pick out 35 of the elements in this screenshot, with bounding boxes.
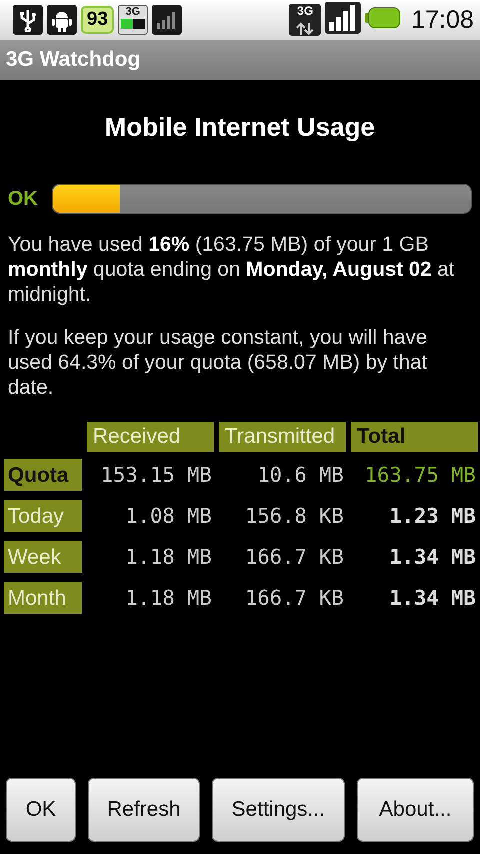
usage-text: If you keep your usage constant, you will have used 64.3% of your quota (658.07 MB) by that date. (8, 325, 428, 400)
usb-icon (13, 5, 43, 35)
clock: 17:08 (411, 6, 474, 34)
column-header: Total (351, 422, 478, 452)
table-cell-text: 156.8 KB (244, 503, 345, 530)
column-header: Transmitted (219, 422, 346, 452)
row-header: Week (4, 541, 82, 573)
dialog-button[interactable]: Refresh (88, 778, 200, 842)
table-cell-text: 166.7 KB (244, 585, 345, 612)
table-cell-text: 166.7 KB (244, 544, 345, 571)
heading: Mobile Internet Usage (104, 111, 376, 144)
table-cell-text: 1.18 MB (124, 544, 213, 571)
window-title: 3G Watchdog (6, 48, 141, 72)
row-header: Quota (4, 459, 82, 491)
table-cell-text: 153.15 MB (100, 462, 213, 489)
column-header: Received (87, 422, 214, 452)
dialog-button[interactable]: About... (357, 778, 474, 842)
network-toggle-icon: 3G (118, 5, 148, 35)
data-network-icon: 3G (289, 4, 322, 36)
table-cell-text: 10.6 MB (256, 462, 345, 489)
table-cell-text: 1.23 MB (388, 503, 477, 530)
dialog-button[interactable]: OK (6, 778, 76, 842)
row-header: Month (4, 582, 82, 614)
battery-level-badge: 93 (81, 6, 114, 34)
dialog-button[interactable]: Settings... (212, 778, 345, 842)
usage-status: OK (8, 188, 38, 210)
signal-icon (152, 5, 182, 35)
table-cell-text: 1.18 MB (124, 585, 213, 612)
usage-text: You have used 16% (163.75 MB) of your 1 GB monthly quota ending on Monday, August 02 at midnight. (8, 232, 456, 307)
table-cell-text: 1.34 MB (388, 585, 477, 612)
robot-icon (47, 5, 77, 35)
table-cell-text: 1.08 MB (124, 503, 213, 530)
table-cell-text: 163.75 MB (364, 462, 477, 489)
table-cell-text: 1.34 MB (388, 544, 477, 571)
row-header: Today (4, 500, 82, 532)
